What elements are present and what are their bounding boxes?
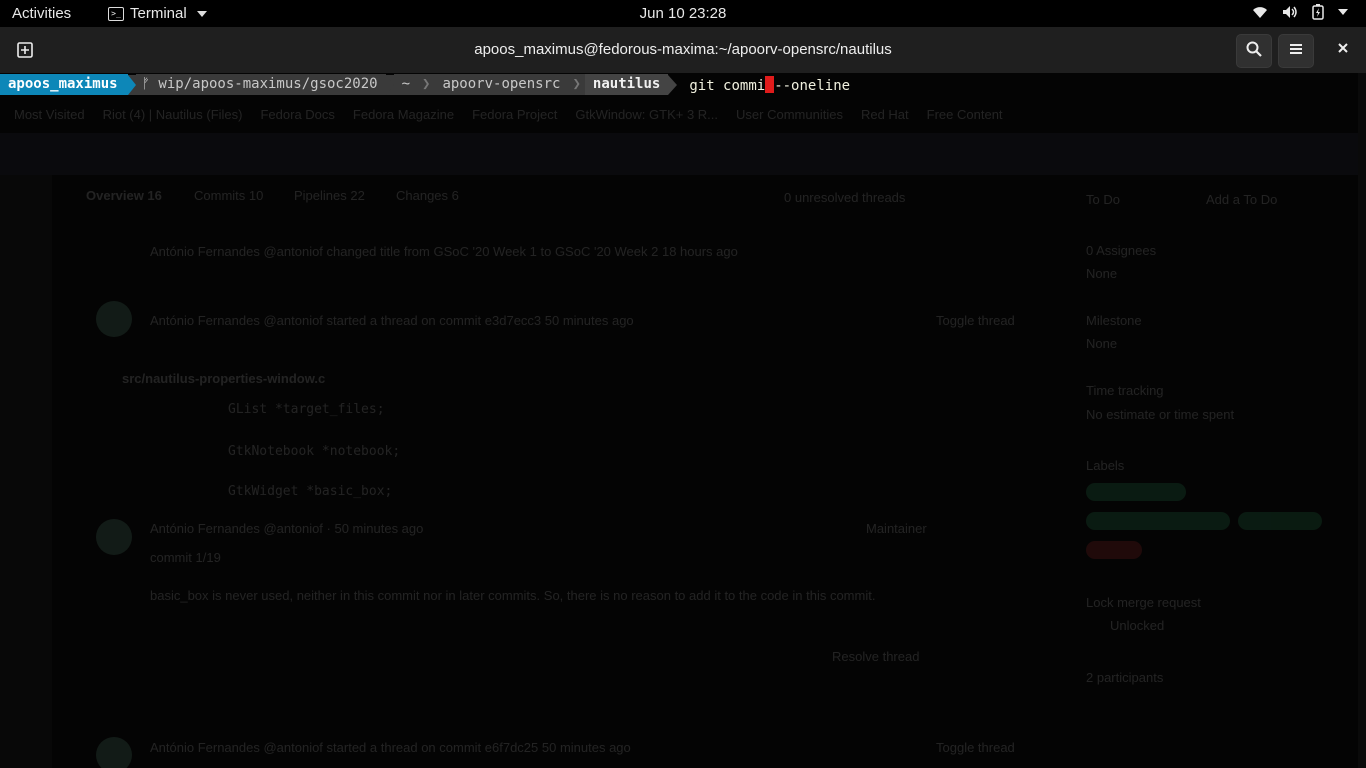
terminal-viewport[interactable]: Most Visited Riot (4) | Nautilus (Files)… [0, 73, 1366, 768]
ghost-file: src/nautilus-properties-window.c [122, 371, 326, 386]
ghost-code: GtkNotebook *notebook; [228, 444, 401, 459]
bookmark: Most Visited [14, 107, 85, 122]
prompt-separator [127, 74, 136, 95]
menu-button[interactable] [1278, 34, 1314, 68]
ghost-sidebar: Labels [1086, 458, 1125, 473]
bookmark: Fedora Docs [260, 107, 335, 122]
ghost-sidebar: 0 Assignees [1086, 243, 1157, 258]
ghost-sidebar: Milestone [1086, 313, 1142, 328]
gnome-top-bar: Activities >_ Terminal Jun 10 23:28 [0, 0, 1366, 27]
prompt-end-separator [668, 74, 678, 95]
ghost-activity: António Fernandes @antoniof changed titl… [150, 244, 738, 259]
ghost-unresolved: 0 unresolved threads [784, 190, 906, 205]
command-text-before: git commi [689, 77, 766, 94]
prompt-separator [385, 74, 394, 95]
ghost-sidebar: Add a To Do [1206, 192, 1278, 207]
bookmark: Riot (4) | Nautilus (Files) [102, 107, 243, 122]
terminal-scrollbar[interactable] [1358, 73, 1366, 768]
ghost-avatar [96, 519, 132, 555]
prompt-path-home: ~ [393, 74, 419, 95]
ghost-sidebar: 2 participants [1086, 670, 1164, 685]
ghost-sidebar: To Do [1086, 192, 1120, 207]
ghost-sidebar: Lock merge request [1086, 595, 1201, 610]
prompt-branch: wip/apoos-maximus/gsoc2020 [158, 76, 378, 92]
ghost-tab: Overview 16 [86, 188, 162, 203]
ghost-code: GList *target_files; [228, 402, 385, 417]
search-button[interactable] [1236, 34, 1272, 68]
wifi-icon [1252, 5, 1268, 19]
hamburger-menu-icon [1289, 42, 1303, 60]
bookmark: GtkWindow: GTK+ 3 R... [575, 107, 719, 122]
prompt-git-segment: ᚠ wip/apoos-maximus/gsoc2020 [135, 74, 386, 95]
terminal-titlebar[interactable]: apoos_maximus@fedorous-maxima:~/apoorv-o… [0, 27, 1366, 73]
new-tab-icon[interactable] [12, 37, 38, 63]
ghost-label-pill [1086, 483, 1186, 501]
ghost-comment-head: António Fernandes @antoniof · 50 minutes… [150, 521, 424, 536]
bookmarks-bar: Most Visited Riot (4) | Nautilus (Files)… [14, 107, 1003, 122]
prompt-path-dir: apoorv-opensrc [434, 74, 569, 95]
prompt-cwd: nautilus [584, 74, 669, 95]
ghost-toggle: Toggle thread [936, 740, 1015, 755]
prompt-thin-separator: ❯ [418, 74, 435, 95]
command-text-after: --oneline [774, 77, 851, 94]
bookmark: Free Content [926, 107, 1003, 122]
ghost-comment: basic_box is never used, neither in this… [150, 588, 876, 603]
ghost-label-pill [1238, 512, 1322, 530]
clock[interactable]: Jun 10 23:28 [640, 5, 727, 22]
ghost-badge: Maintainer [866, 521, 927, 536]
search-icon [1246, 41, 1262, 62]
ghost-sidebar: No estimate or time spent [1086, 407, 1235, 422]
git-branch-icon: ᚠ [141, 76, 159, 92]
window-title: apoos_maximus@fedorous-maxima:~/apoorv-o… [474, 41, 892, 58]
ghost-header [0, 133, 1366, 175]
ghost-comment: commit 1/19 [150, 550, 221, 565]
system-status-area[interactable] [1252, 4, 1348, 20]
close-button[interactable] [1326, 34, 1360, 66]
shell-prompt: apoos_maximus ᚠ wip/apoos-maximus/gsoc20… [0, 74, 850, 95]
power-menu-chevron-icon [1338, 8, 1348, 16]
ghost-sidebar: None [1086, 336, 1118, 351]
ghost-label-pill [1086, 512, 1230, 530]
ghost-resolve: Resolve thread [832, 649, 920, 664]
background-browser-ghost: Most Visited Riot (4) | Nautilus (Files)… [0, 73, 1366, 768]
volume-icon [1282, 5, 1298, 19]
battery-icon [1312, 4, 1324, 20]
terminal-icon: >_ [108, 6, 124, 21]
activities-button[interactable]: Activities [12, 5, 71, 22]
text-cursor [765, 75, 775, 93]
command-line[interactable]: git commi --oneline [677, 75, 851, 94]
ghost-sidebar: None [1086, 266, 1118, 281]
ghost-toggle: Toggle thread [936, 313, 1015, 328]
ghost-avatar [96, 301, 132, 337]
bookmark: Fedora Magazine [352, 107, 455, 122]
prompt-user: apoos_maximus [0, 74, 128, 95]
ghost-activity: António Fernandes @antoniof started a th… [150, 313, 634, 328]
ghost-left-rail [0, 173, 52, 768]
chevron-down-icon [196, 10, 207, 17]
ghost-activity: António Fernandes @antoniof started a th… [150, 740, 631, 755]
ghost-avatar [96, 737, 132, 768]
bookmark: Fedora Project [472, 107, 558, 122]
prompt-thin-separator: ❯ [568, 74, 585, 95]
ghost-code: GtkWidget *basic_box; [228, 484, 393, 499]
ghost-sidebar: Time tracking [1086, 383, 1164, 398]
ghost-tab: Pipelines 22 [294, 188, 365, 203]
bookmark: Red Hat [860, 107, 909, 122]
ghost-label-pill [1086, 541, 1142, 559]
bookmark: User Communities [736, 107, 843, 122]
app-name: Terminal [130, 5, 187, 22]
ghost-tab: Commits 10 [194, 188, 264, 203]
ghost-sidebar: Unlocked [1110, 618, 1165, 633]
ghost-tab: Changes 6 [396, 188, 459, 203]
app-menu-button[interactable]: >_ Terminal [108, 5, 207, 22]
close-icon [1337, 41, 1349, 59]
